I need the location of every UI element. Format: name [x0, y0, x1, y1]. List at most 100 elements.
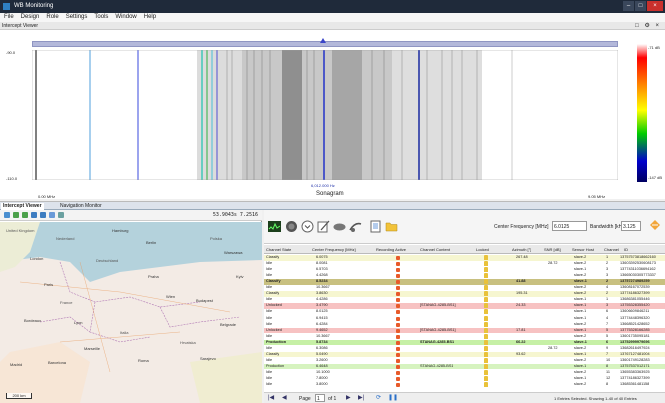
menu-design[interactable]: Design: [21, 13, 40, 22]
lock-icon[interactable]: [484, 309, 488, 315]
globe-icon[interactable]: [4, 212, 10, 218]
zoom-out-icon[interactable]: [40, 212, 46, 218]
table-row[interactable]: Idle 10.3667 slave-2 4 13608167072539: [264, 285, 665, 291]
lock-icon[interactable]: [484, 315, 488, 321]
table-row[interactable]: Classify 6.0075 267.48 slave-2 1 137575738186…: [264, 255, 665, 261]
table-row[interactable]: Production 5.8734 STANAG-4285-BS1 66.22 slav…: [264, 339, 665, 346]
lock-icon[interactable]: [484, 321, 488, 327]
lock-icon[interactable]: [484, 376, 488, 381]
column-header[interactable]: Recording Active: [376, 245, 406, 254]
first-page-icon[interactable]: |◀: [268, 394, 274, 401]
column-header[interactable]: Channel: [604, 245, 619, 254]
satellite-icon[interactable]: [349, 220, 362, 233]
table-row[interactable]: Idle 6.4284 slave-2 7 13668521428652: [264, 321, 665, 328]
recording-icon[interactable]: [396, 352, 400, 357]
lock-icon[interactable]: [484, 345, 488, 351]
recording-icon[interactable]: [396, 274, 400, 279]
menu-tools[interactable]: Tools: [94, 13, 108, 22]
lock-icon[interactable]: [484, 333, 488, 339]
recording-icon[interactable]: [396, 358, 400, 363]
table-row[interactable]: Idle 10.1000 slave-2 11 13655383363925: [264, 369, 665, 376]
column-header[interactable]: Channel State: [266, 245, 291, 254]
lock-icon[interactable]: [484, 273, 488, 279]
table-row[interactable]: Idle 4.4268 slave-2 3 13665030305773337: [264, 273, 665, 279]
table-row[interactable]: Classify 8.5234 41.88 slave-1 2 1375727498925…: [264, 279, 665, 285]
table-row[interactable]: Idle 8.0081 28.72 slave-2 2 13603392530608173: [264, 261, 665, 267]
menu-window[interactable]: Window: [115, 13, 136, 22]
antenna-icon[interactable]: [333, 220, 346, 233]
recording-icon[interactable]: [396, 328, 400, 333]
recording-icon[interactable]: [396, 340, 400, 345]
table-row[interactable]: Idle 6.5703 slave-1 3 13774311036694162: [264, 267, 665, 273]
column-header[interactable]: SNR [dB]: [544, 245, 561, 254]
recording-icon[interactable]: [396, 256, 400, 260]
tab-intercept-viewer[interactable]: Intercept Viewer: [1, 203, 44, 210]
table-row[interactable]: Classify 3.8630 195.31 slave-2 2 137741863273…: [264, 291, 665, 297]
table-row[interactable]: Idle 3.2600 slave-2 10 13601749128283: [264, 357, 665, 364]
refresh-icon[interactable]: ⟳: [376, 394, 381, 401]
map-canvas[interactable]: [0, 222, 262, 403]
frequency-marker[interactable]: [320, 38, 326, 43]
lock-icon[interactable]: [484, 303, 488, 309]
table-row[interactable]: Idle 4.4286 slave-1 1 13686381055446: [264, 297, 665, 303]
lock-icon[interactable]: [484, 351, 488, 357]
folder-icon[interactable]: [385, 220, 398, 233]
menu-help[interactable]: Help: [144, 13, 156, 22]
tune-icon[interactable]: [649, 219, 661, 231]
minimize-icon[interactable]: –: [623, 1, 634, 11]
edit-icon[interactable]: [317, 220, 330, 233]
recording-icon[interactable]: [396, 316, 400, 321]
last-page-icon[interactable]: ▶|: [358, 394, 364, 401]
column-header[interactable]: Azimuth [°]: [512, 245, 531, 254]
lock-icon[interactable]: [484, 297, 488, 303]
recording-icon[interactable]: [396, 292, 400, 297]
column-header[interactable]: Locked: [476, 245, 489, 254]
recording-icon[interactable]: [396, 346, 400, 351]
zoom-in-icon[interactable]: [31, 212, 37, 218]
spectrum-icon[interactable]: [268, 220, 281, 233]
record-icon[interactable]: [285, 220, 298, 233]
lock-icon[interactable]: [484, 357, 488, 363]
lock-icon[interactable]: [484, 279, 488, 285]
lock-icon[interactable]: [484, 261, 488, 267]
table-row[interactable]: Production 6.4648 STANAG-4285-BS1 slave-1 8 1…: [264, 363, 665, 370]
table-row[interactable]: Unlocked 3.4790 [STANAG-4285-BS1] 24.33 slav…: [264, 303, 665, 309]
column-header[interactable]: Center Frequency [MHz]: [312, 245, 356, 254]
recording-icon[interactable]: [396, 310, 400, 315]
recording-icon[interactable]: [396, 262, 400, 267]
lock-icon[interactable]: [484, 369, 488, 375]
recording-icon[interactable]: [396, 304, 400, 309]
table-row[interactable]: Idle 6.3086 28.72 slave-2 9 13682616497924: [264, 345, 665, 352]
lock-icon[interactable]: [484, 285, 488, 291]
close-icon[interactable]: ×: [647, 1, 663, 11]
sonagram-waterfall[interactable]: [32, 50, 618, 180]
page-input[interactable]: 1: [315, 394, 325, 402]
table-row[interactable]: Idle 3.8000 slave-2 8 13685361481158: [264, 382, 665, 388]
spectrum-view[interactable]: -90.0 -110.0 6,012.000 Hz 0.00 MHz Sonag…: [0, 30, 665, 199]
center-frequency-input[interactable]: 6.0125: [552, 221, 587, 231]
table-row[interactable]: Idle 8.0125 slave-1 6 13606609846211: [264, 309, 665, 316]
table-row[interactable]: Unlocked 9.4652 [STANAG-4285-BS1] 17.81 slav…: [264, 327, 665, 334]
document-icon[interactable]: [369, 220, 382, 233]
view-controls[interactable]: □ ⚙ ×: [635, 22, 661, 29]
lock-icon[interactable]: [484, 382, 488, 388]
recording-icon[interactable]: [396, 268, 400, 273]
map-view[interactable]: United Kingdom Nederland Berlin Hamburg …: [0, 222, 262, 403]
recording-icon[interactable]: [396, 370, 400, 375]
menu-file[interactable]: File: [4, 13, 14, 22]
lock-icon[interactable]: [484, 363, 488, 369]
recording-icon[interactable]: [396, 377, 400, 381]
menu-role[interactable]: Role: [46, 13, 58, 22]
next-page-icon[interactable]: ▶: [346, 394, 351, 401]
column-header[interactable]: ID: [624, 245, 628, 254]
tab-navigation-monitor[interactable]: Navigation Monitor: [58, 203, 104, 210]
lock-icon[interactable]: [484, 339, 488, 345]
lock-icon[interactable]: [484, 255, 488, 260]
column-header[interactable]: Sensor Host: [572, 245, 594, 254]
table-row[interactable]: Idle 6.9415 slave-1 4 13774448396320: [264, 315, 665, 322]
column-header[interactable]: Channel Content: [420, 245, 450, 254]
table-row[interactable]: Idle 10.3667 slave-2 5 13601735095181: [264, 333, 665, 340]
recording-icon[interactable]: [396, 383, 400, 388]
lock-icon[interactable]: [484, 327, 488, 333]
dropdown-icon[interactable]: [301, 220, 314, 233]
